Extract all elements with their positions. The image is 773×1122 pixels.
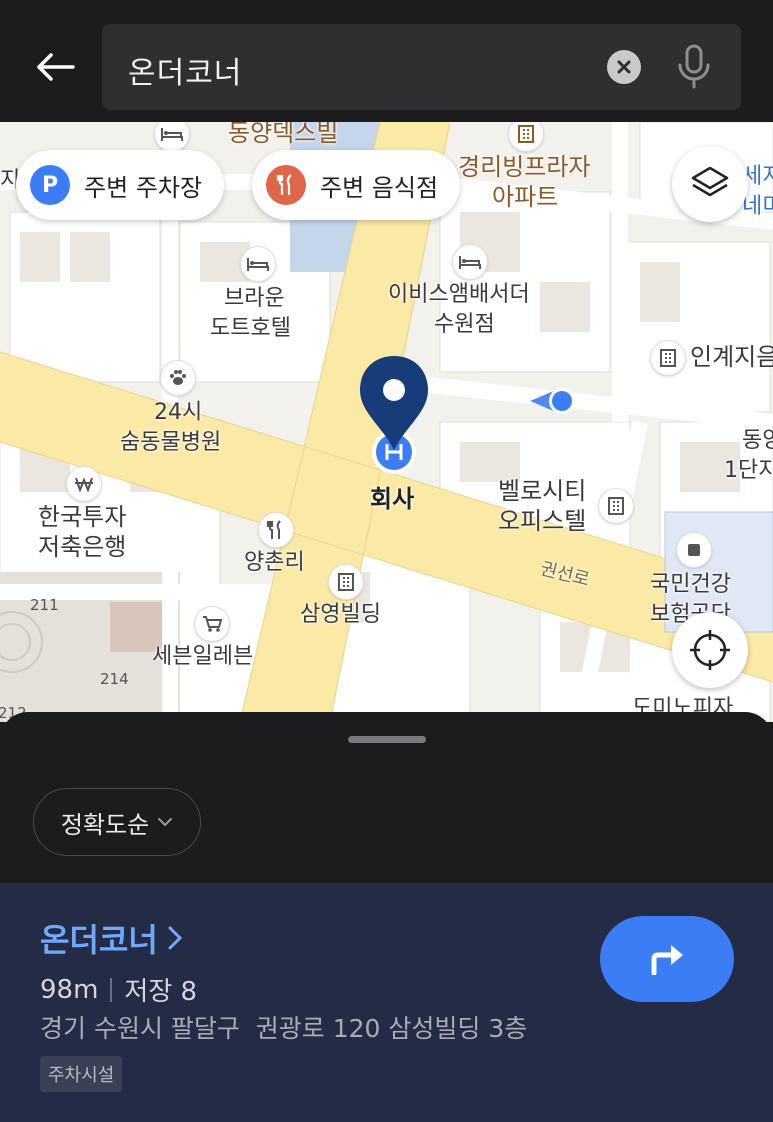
marker-label: 회사 — [370, 485, 415, 513]
map-label-bank-1: 한국투자 — [38, 503, 127, 531]
map-label-seven: 세븐일레븐 — [152, 644, 254, 669]
map-view[interactable]: 동양덱스빌 경리빙프라자 아파트 브라운 도트호텔 이비스앰배서더 수원점 인계… — [0, 122, 773, 722]
map-label-dong-2: 1단지 — [724, 458, 773, 483]
place-name-link[interactable]: 온더코너 — [40, 915, 186, 961]
facility-tag: 주차시설 — [40, 1056, 123, 1092]
back-arrow-icon — [37, 53, 75, 81]
parking-icon: P — [30, 165, 70, 205]
map-layers-button[interactable] — [672, 146, 748, 222]
map-label-ingye: 인계지음 — [690, 343, 773, 371]
current-location-icon — [530, 388, 575, 414]
close-icon — [617, 60, 631, 74]
map-label-gyeongri-1: 경리빙프라자 — [458, 153, 591, 181]
paw-icon[interactable] — [160, 360, 196, 396]
map-label-velo-1: 벨로시티 — [498, 477, 587, 505]
building-icon[interactable] — [328, 564, 364, 600]
hotel-icon[interactable] — [452, 244, 488, 280]
building-icon[interactable] — [650, 340, 686, 376]
search-input[interactable]: 온더코너 — [102, 24, 741, 110]
sheet-grabber[interactable] — [348, 736, 426, 743]
map-label-gyeongri-2: 아파트 — [492, 183, 559, 211]
place-address: 경기 수원시 팔달구 권광로 120 삼성빌딩 3층 — [40, 1014, 528, 1043]
map-label-brown-1: 브라운 — [224, 286, 285, 311]
map-label-nhis-1: 국민건강 — [650, 572, 731, 597]
top-bar: 온더코너 — [0, 0, 773, 122]
place-name: 온더코너 — [40, 921, 158, 959]
crosshair-icon — [690, 630, 730, 670]
lot-number-214: 214 — [100, 670, 129, 688]
meta-divider — [110, 977, 113, 1002]
map-label-ibis-1: 이비스앰배서더 — [388, 282, 530, 307]
search-result-item[interactable]: 온더코너 98m 저장 8 경기 수원시 팔달구 권광로 120 삼성빌딩 3층… — [0, 883, 773, 1122]
bottom-sheet: 정확도순 온더코너 98m 저장 8 경기 수원시 팔달구 권광로 120 삼성… — [0, 712, 773, 1122]
place-distance: 98m — [40, 974, 99, 1005]
search-query: 온더코너 — [128, 56, 243, 91]
nearby-restaurant-chip[interactable]: 주변 음식점 — [252, 150, 461, 220]
public-office-icon[interactable] — [676, 532, 712, 568]
directions-arrow-icon — [651, 945, 683, 975]
back-button[interactable] — [30, 44, 80, 90]
restaurant-icon[interactable] — [258, 512, 294, 548]
chevron-down-icon — [158, 818, 173, 827]
place-saved-count: 저장 8 — [124, 977, 198, 1007]
lot-number-211: 211 — [30, 596, 59, 614]
map-label-dongyang: 동양덱스빌 — [228, 122, 339, 147]
directions-button[interactable] — [600, 916, 734, 1002]
map-label-se-2: 네미 — [742, 194, 773, 219]
map-label-samyoung: 삼영빌딩 — [300, 602, 381, 627]
app-frame: 온더코너 동양덱스빌 경리빙프라자 아파트 브라운 도트호텔 이비스앰배서더 수… — [0, 0, 773, 1122]
sort-label: 정확도순 — [60, 810, 150, 839]
sort-dropdown[interactable]: 정확도순 — [33, 788, 201, 856]
map-label-vet-2: 숨동물병원 — [120, 430, 222, 455]
nearby-parking-chip[interactable]: P 주변 주차장 — [16, 150, 225, 220]
selected-place-marker-icon[interactable] — [356, 354, 432, 478]
map-label-bank-2: 저축은행 — [38, 533, 127, 561]
locate-me-button[interactable] — [672, 612, 748, 688]
map-label-yangchon: 양촌리 — [244, 550, 305, 575]
layers-icon — [691, 166, 729, 197]
cart-icon[interactable] — [194, 606, 230, 642]
clear-button[interactable] — [607, 50, 641, 84]
map-label-velo-2: 오피스텔 — [498, 507, 587, 535]
building-icon[interactable] — [598, 488, 634, 524]
hotel-icon[interactable] — [240, 246, 276, 282]
map-label-ibis-2: 수원점 — [434, 312, 495, 337]
microphone-icon[interactable] — [676, 44, 712, 90]
chevron-right-icon — [168, 926, 182, 950]
nearby-parking-label: 주변 주차장 — [84, 173, 203, 202]
nearby-restaurant-label: 주변 음식점 — [320, 173, 439, 202]
restaurant-icon — [266, 165, 306, 205]
map-label-brown-2: 도트호텔 — [210, 316, 291, 341]
bank-icon[interactable] — [66, 466, 102, 502]
place-meta: 98m 저장 8 — [40, 971, 197, 1008]
map-label-dong-1: 동양 — [742, 428, 773, 453]
map-label-vet-1: 24시 — [154, 400, 203, 425]
